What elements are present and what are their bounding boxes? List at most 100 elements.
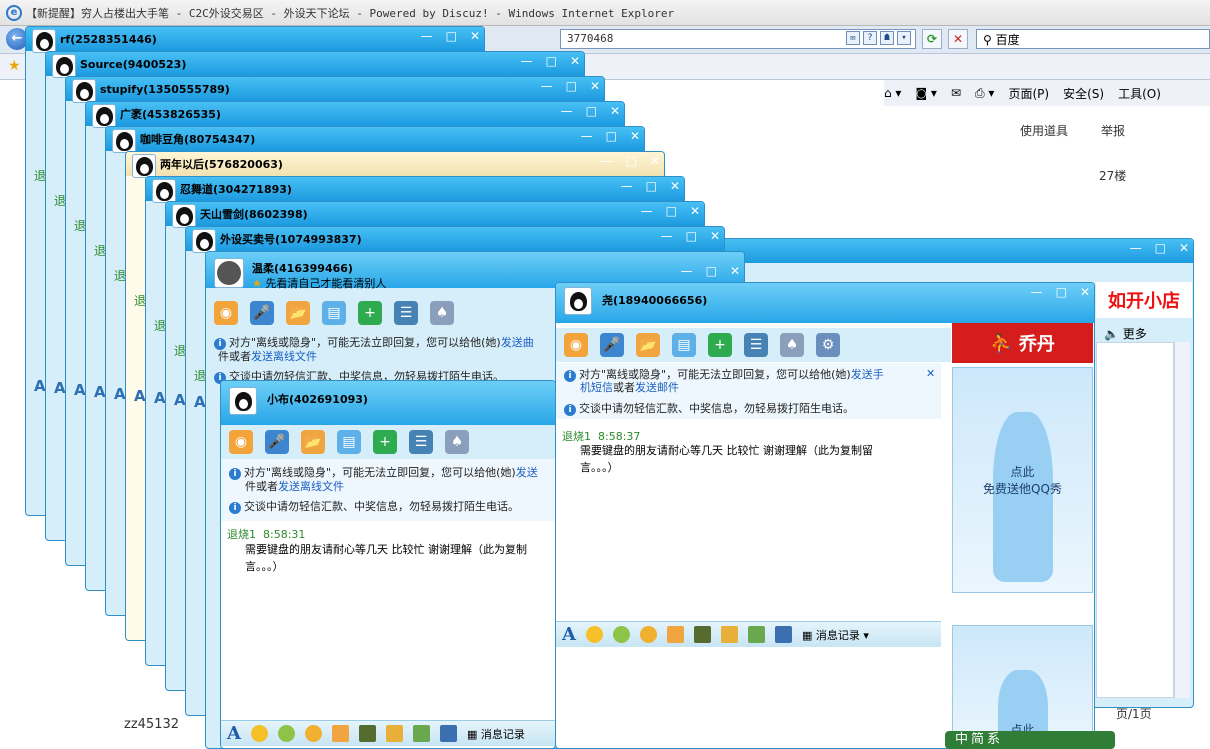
close-icon[interactable]: ✕	[470, 29, 480, 43]
font-icon[interactable]: A	[154, 389, 166, 407]
emoji-icon[interactable]	[250, 725, 268, 742]
font-icon[interactable]: A	[227, 723, 241, 744]
avatar[interactable]	[564, 287, 592, 315]
jordan-ad[interactable]: ⛹ 乔丹	[952, 323, 1093, 363]
image-icon[interactable]	[693, 626, 711, 643]
avatar[interactable]	[214, 258, 244, 288]
close-icon[interactable]: ✕	[590, 79, 600, 93]
maximize-icon[interactable]: □	[666, 204, 677, 218]
close-icon[interactable]: ✕	[630, 129, 640, 143]
refresh-icon[interactable]: ⟳	[922, 29, 942, 49]
favorites-star-icon[interactable]: ★	[8, 58, 21, 74]
mic-icon[interactable]: 🎤	[265, 430, 289, 454]
maximize-icon[interactable]: □	[566, 79, 577, 93]
send-sms-link-2[interactable]: 机短信	[580, 381, 613, 394]
minimize-icon[interactable]: —	[661, 229, 673, 243]
qq-title-bar[interactable]: 天山雪剑(8602398)	[166, 202, 704, 226]
group-icon[interactable]: ☰	[394, 301, 418, 325]
magic-emoji-icon[interactable]	[612, 626, 630, 643]
safety-menu[interactable]: 安全(S)	[1063, 85, 1104, 102]
emoji-icon[interactable]	[585, 626, 603, 643]
close-notice-icon[interactable]: ✕	[926, 367, 935, 380]
close-icon[interactable]: ✕	[610, 104, 620, 118]
screenshot-icon[interactable]	[439, 725, 457, 742]
music-icon[interactable]	[720, 626, 738, 643]
offline-file-link[interactable]: 发送离线文件	[251, 350, 317, 363]
minimize-icon[interactable]: —	[561, 104, 573, 118]
qq-show-panel[interactable]: 点此 免费送他QQ秀	[952, 367, 1093, 593]
offline-file-link[interactable]: 发送离线文件	[278, 480, 344, 493]
scrollbar[interactable]	[1174, 342, 1190, 698]
video-icon[interactable]: ◉	[564, 333, 588, 357]
screenshot-icon[interactable]	[774, 626, 792, 643]
minimize-icon[interactable]: —	[541, 79, 553, 93]
magic-emoji-icon[interactable]	[277, 725, 295, 742]
qq-title-bar[interactable]: 两年以后(576820063)	[126, 152, 664, 176]
minimize-icon[interactable]: —	[681, 264, 693, 278]
maximize-icon[interactable]: □	[646, 179, 657, 193]
tools-menu[interactable]: 工具(O)	[1118, 85, 1161, 102]
group-icon[interactable]: ☰	[744, 333, 768, 357]
avatar[interactable]	[132, 154, 156, 178]
qq-title-bar[interactable]: 广袤(453826535)	[86, 102, 624, 126]
share-icon[interactable]: ▤	[337, 430, 361, 454]
report-link[interactable]: 举报	[1101, 122, 1125, 139]
minimize-icon[interactable]: —	[421, 29, 433, 43]
close-icon[interactable]: ✕	[670, 179, 680, 193]
app-icon[interactable]: +	[373, 430, 397, 454]
send-link[interactable]: 发送	[516, 466, 538, 479]
font-icon[interactable]: A	[34, 377, 46, 395]
minimize-icon[interactable]: —	[641, 204, 653, 218]
close-icon[interactable]: ✕	[710, 229, 720, 243]
maximize-icon[interactable]: □	[626, 154, 637, 168]
avatar[interactable]	[92, 104, 116, 128]
history-button[interactable]: ▦ 消息记录	[467, 726, 525, 742]
avatar[interactable]	[72, 79, 96, 103]
maximize-icon[interactable]: □	[586, 104, 597, 118]
mic-icon[interactable]: 🎤	[250, 301, 274, 325]
close-icon[interactable]: ✕	[730, 264, 740, 278]
minimize-icon[interactable]: —	[1130, 241, 1142, 255]
file-icon[interactable]: 📂	[301, 430, 325, 454]
send-link[interactable]: 发送曲	[501, 336, 534, 349]
shake-icon[interactable]	[331, 725, 349, 742]
font-icon[interactable]: A	[114, 385, 126, 403]
font-icon[interactable]: A	[94, 383, 106, 401]
help-icon[interactable]: ?	[863, 31, 877, 45]
gift-icon[interactable]	[412, 725, 430, 742]
more-link[interactable]: 🔈 更多	[1104, 325, 1147, 342]
video-icon[interactable]: ◉	[214, 301, 238, 325]
mail-icon[interactable]: ✉	[951, 86, 961, 100]
music-icon[interactable]	[385, 725, 403, 742]
minimize-icon[interactable]: —	[621, 179, 633, 193]
font-icon[interactable]: A	[54, 379, 66, 397]
share-icon[interactable]: ▤	[322, 301, 346, 325]
avatar[interactable]	[172, 204, 196, 228]
game-icon[interactable]: ♠	[445, 430, 469, 454]
game-icon[interactable]: ♠	[430, 301, 454, 325]
file-icon[interactable]: 📂	[636, 333, 660, 357]
page-menu[interactable]: 页面(P)	[1008, 85, 1049, 102]
mic-icon[interactable]: 🎤	[600, 333, 624, 357]
shake-icon[interactable]	[666, 626, 684, 643]
video-icon[interactable]: ◉	[229, 430, 253, 454]
stop-icon[interactable]: ✕	[948, 29, 968, 49]
history-button[interactable]: ▦ 消息记录 ▾	[802, 627, 869, 643]
minimize-icon[interactable]: —	[1031, 285, 1043, 299]
file-icon[interactable]: 📂	[286, 301, 310, 325]
qq-title-bar[interactable]: 咖啡豆角(80754347)	[106, 127, 644, 151]
robot-icon[interactable]: ☗	[880, 31, 894, 45]
maximize-icon[interactable]: □	[686, 229, 697, 243]
forum-username[interactable]: zz45132	[124, 717, 179, 732]
send-email-link[interactable]: 发送邮件	[635, 381, 679, 394]
maximize-icon[interactable]: □	[546, 54, 557, 68]
avatar[interactable]	[192, 229, 216, 253]
send-sms-link[interactable]: 发送手	[851, 368, 884, 381]
wink-icon[interactable]	[639, 626, 657, 643]
close-icon[interactable]: ✕	[570, 54, 580, 68]
game-icon[interactable]: ♠	[780, 333, 804, 357]
font-icon[interactable]: A	[194, 393, 206, 411]
wink-icon[interactable]	[304, 725, 322, 742]
ime-toolbar[interactable]: 中简系	[945, 731, 1115, 749]
feeds-icon[interactable]: ◙ ▾	[915, 86, 936, 100]
